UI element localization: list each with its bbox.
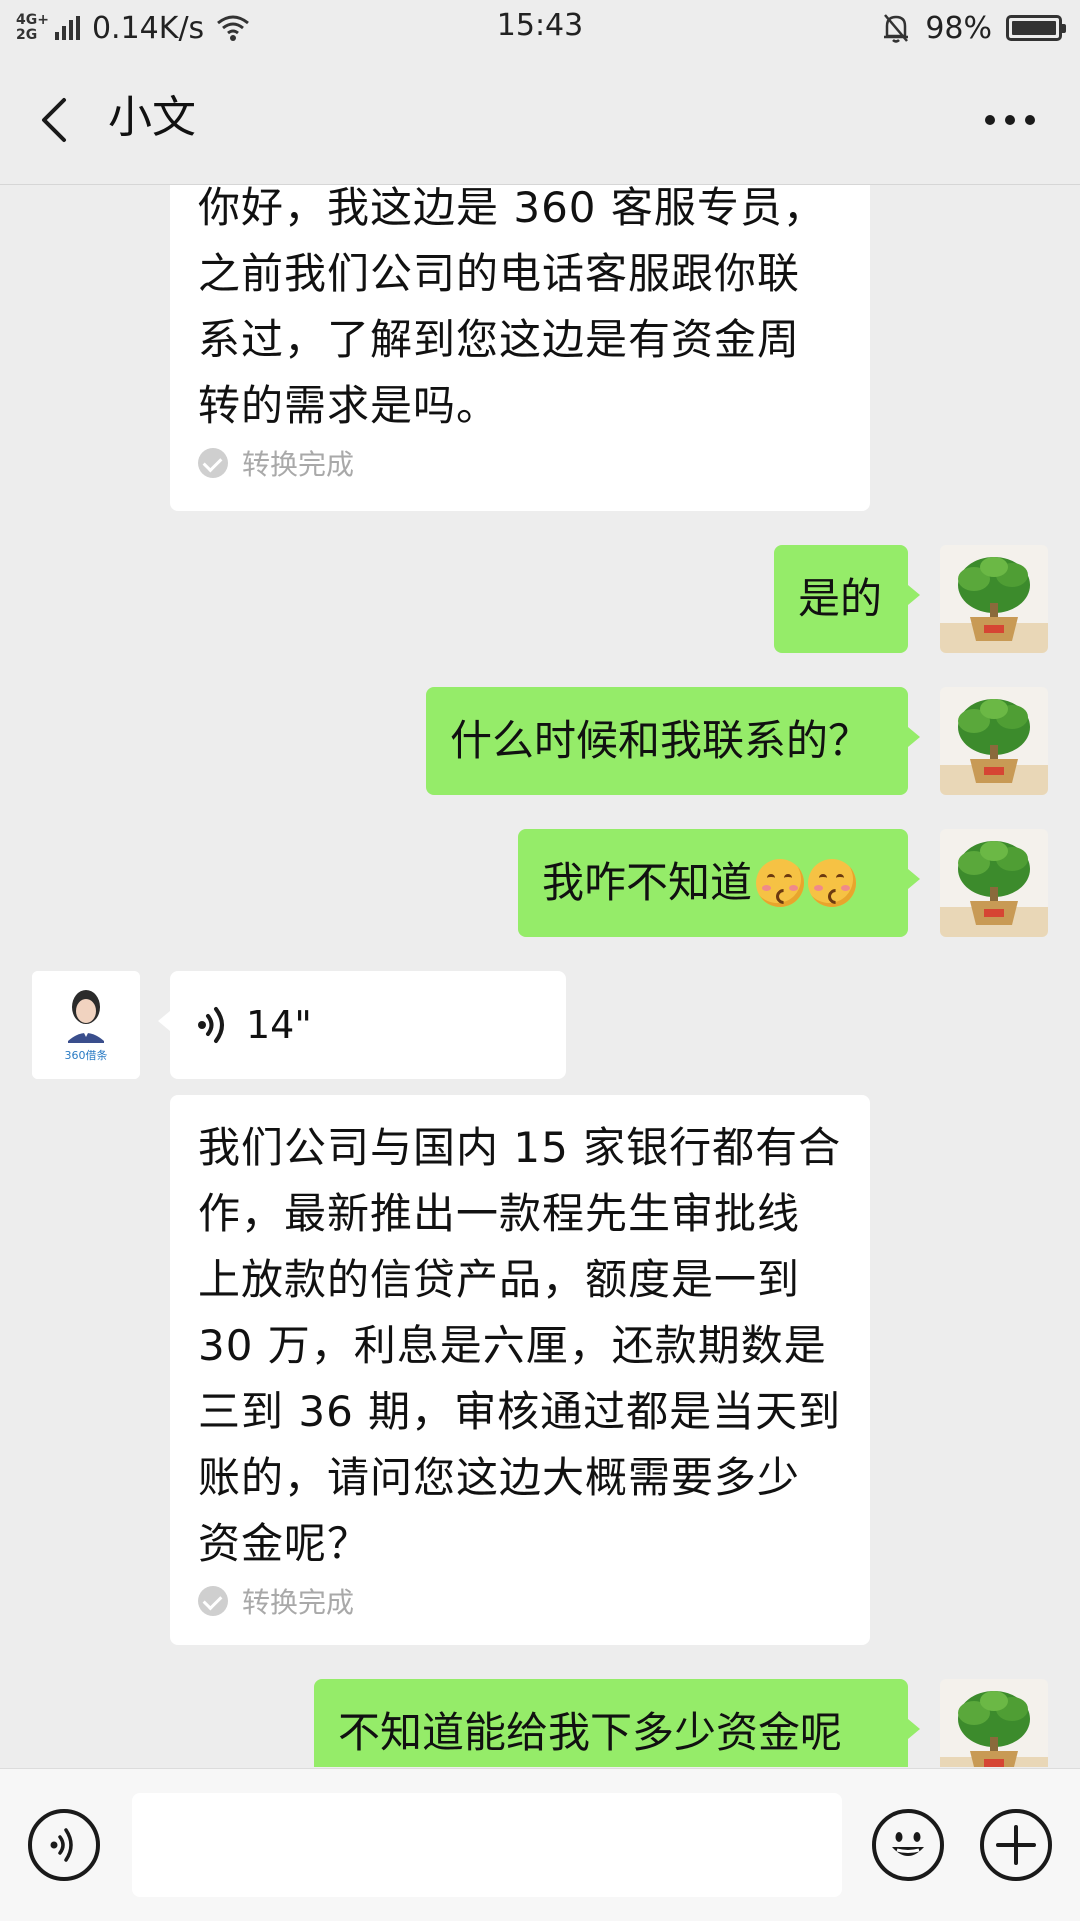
incoming-transcript-bubble[interactable]: 你好，我这边是 360 客服专员， 之前我们公司的电话客服跟你联 系过，了解到您… [170,185,870,511]
transcript-line: 我们公司与国内 15 家银行都有合 [198,1123,842,1172]
chat-message-list[interactable]: 你好，我这边是 360 客服专员， 之前我们公司的电话客服跟你联 系过，了解到您… [0,185,1080,1767]
message-text: 我咋不知道 [542,858,753,907]
plant-avatar-icon [940,687,1048,795]
chat-title: 小文 [108,92,196,143]
voice-toggle-icon [50,1828,73,1862]
transcript-line: 资金呢？ [198,1519,371,1568]
voice-message: 14" [196,1003,312,1047]
outgoing-text-bubble[interactable]: 不知道能给我下多少资金呢 [314,1679,920,1767]
my-avatar[interactable] [940,1679,1048,1767]
voice-wave-icon [198,1007,224,1043]
chat-header: 小文 [0,56,1080,185]
battery-percentage: 98% [925,10,992,46]
status-right: 98% [881,8,1066,48]
transcript-line: 账的，请问您这边大概需要多少 [198,1453,801,1502]
mute-bell-icon [884,14,909,43]
weary-face-emoji-icon [808,859,857,907]
transcript-line: 转的需求是吗。 [198,381,500,430]
message-text: 什么时候和我联系的？ [450,716,871,765]
transcript-status: 转换完成 [198,443,842,483]
input-bar [0,1768,1080,1921]
transcript-text: 我们公司与国内 15 家银行都有合 作，最新推出一款程先生审批线 上放款的信贷产… [198,1115,842,1577]
plus-button[interactable] [980,1809,1052,1881]
transcript-line: 作，最新推出一款程先生审批线 [198,1189,801,1238]
transcript-status-label: 转换完成 [242,448,355,481]
message-text: 是的 [798,574,883,623]
transcript-status-label: 转换完成 [242,1586,355,1619]
voice-toggle-button[interactable] [28,1809,100,1881]
outgoing-text-bubble[interactable]: 是的 [774,545,920,653]
plant-avatar-icon [940,545,1048,653]
incoming-transcript-bubble[interactable]: 我们公司与国内 15 家银行都有合 作，最新推出一款程先生审批线 上放款的信贷产… [170,1095,870,1645]
transcript-line: 之前我们公司的电话客服跟你联 [198,249,801,298]
back-icon[interactable] [30,90,80,150]
outgoing-text-bubble[interactable]: 什么时候和我联系的？ [426,687,920,795]
check-circle-icon [198,448,228,478]
agent-avatar-caption: 360借条 [64,1049,108,1062]
agent-avatar[interactable]: 360借条 [32,971,140,1079]
transcript-line: 30 万，利息是六厘，还款期数是 [198,1321,827,1370]
plant-avatar-icon [940,829,1048,937]
transcript-line: 三到 36 期，审核通过都是当天到 [198,1387,842,1436]
my-avatar[interactable] [940,687,1048,795]
transcript-line: 系过，了解到您这边是有资金周 [198,315,801,364]
plant-avatar-icon [940,1679,1048,1767]
outgoing-text-bubble[interactable]: 我咋不知道 [518,829,920,937]
my-avatar[interactable] [940,829,1048,937]
emoji-icon [892,1832,924,1856]
status-bar: 4G+ 2G 0.14K/s 15:43 98% [0,0,1080,56]
voice-duration: 14" [246,1003,312,1047]
emoji-button[interactable] [872,1809,944,1881]
plus-icon [996,1825,1036,1865]
transcript-line: 上放款的信贷产品，额度是一到 [198,1255,801,1304]
transcript-status: 转换完成 [198,1581,842,1621]
incoming-voice-bubble[interactable]: 14" [158,971,566,1079]
transcript-text: 你好，我这边是 360 客服专员， 之前我们公司的电话客服跟你联 系过，了解到您… [198,185,842,439]
my-avatar[interactable] [940,545,1048,653]
message-input[interactable] [132,1793,842,1897]
message-text: 不知道能给我下多少资金呢 [338,1708,843,1757]
transcript-line: 你好，我这边是 360 客服专员， [198,185,826,232]
check-circle-icon [198,1586,228,1616]
battery-icon [1006,15,1066,41]
weary-face-emoji-icon [756,859,805,907]
more-icon[interactable] [980,100,1040,140]
